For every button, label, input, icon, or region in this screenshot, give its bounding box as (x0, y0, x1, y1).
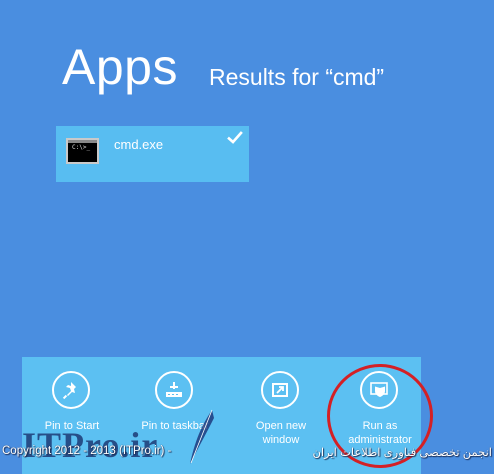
copyright-text-en: Copyright 2012 - 2013 (ITPro.ir) - (2, 445, 172, 457)
copyright-text-fa: انجمن تخصصی فناوری اطلاعات ایران (312, 447, 492, 459)
result-tile-cmd[interactable]: C:\>_ cmd.exe (56, 126, 249, 182)
search-results-label: Results for “cmd” (209, 64, 385, 90)
new-window-icon (261, 371, 299, 409)
checkmark-icon (227, 131, 243, 144)
start-screen-search: Apps Results for “cmd” C:\>_ cmd.exe Pin… (0, 0, 494, 474)
feather-icon (190, 409, 214, 464)
page-title: Apps (62, 39, 178, 95)
open-new-window-button[interactable]: Open new window (241, 367, 321, 467)
pin-icon (52, 371, 90, 409)
command-prompt-icon: C:\>_ (66, 138, 99, 164)
taskbar-pin-icon (155, 371, 193, 409)
open-new-window-label-2: window (262, 434, 300, 446)
prompt-text: C:\>_ (72, 144, 91, 151)
result-tile-label: cmd.exe (114, 137, 164, 152)
open-new-window-label-1: Open new (255, 420, 307, 432)
